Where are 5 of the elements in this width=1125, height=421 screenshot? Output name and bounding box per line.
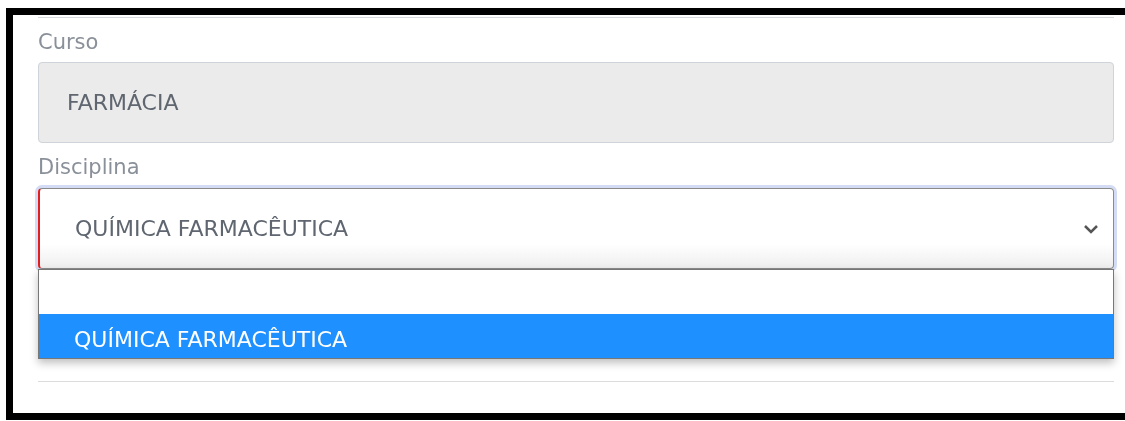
discipline-select[interactable]: QUÍMICA FARMACÊUTICA bbox=[38, 188, 1114, 269]
dropdown-option[interactable]: QUÍMICA FARMACÊUTICA bbox=[39, 314, 1113, 358]
field-label: Curso bbox=[38, 29, 100, 56]
chevron-down-icon bbox=[1083, 223, 1099, 234]
field-label: Disciplina bbox=[38, 154, 141, 181]
